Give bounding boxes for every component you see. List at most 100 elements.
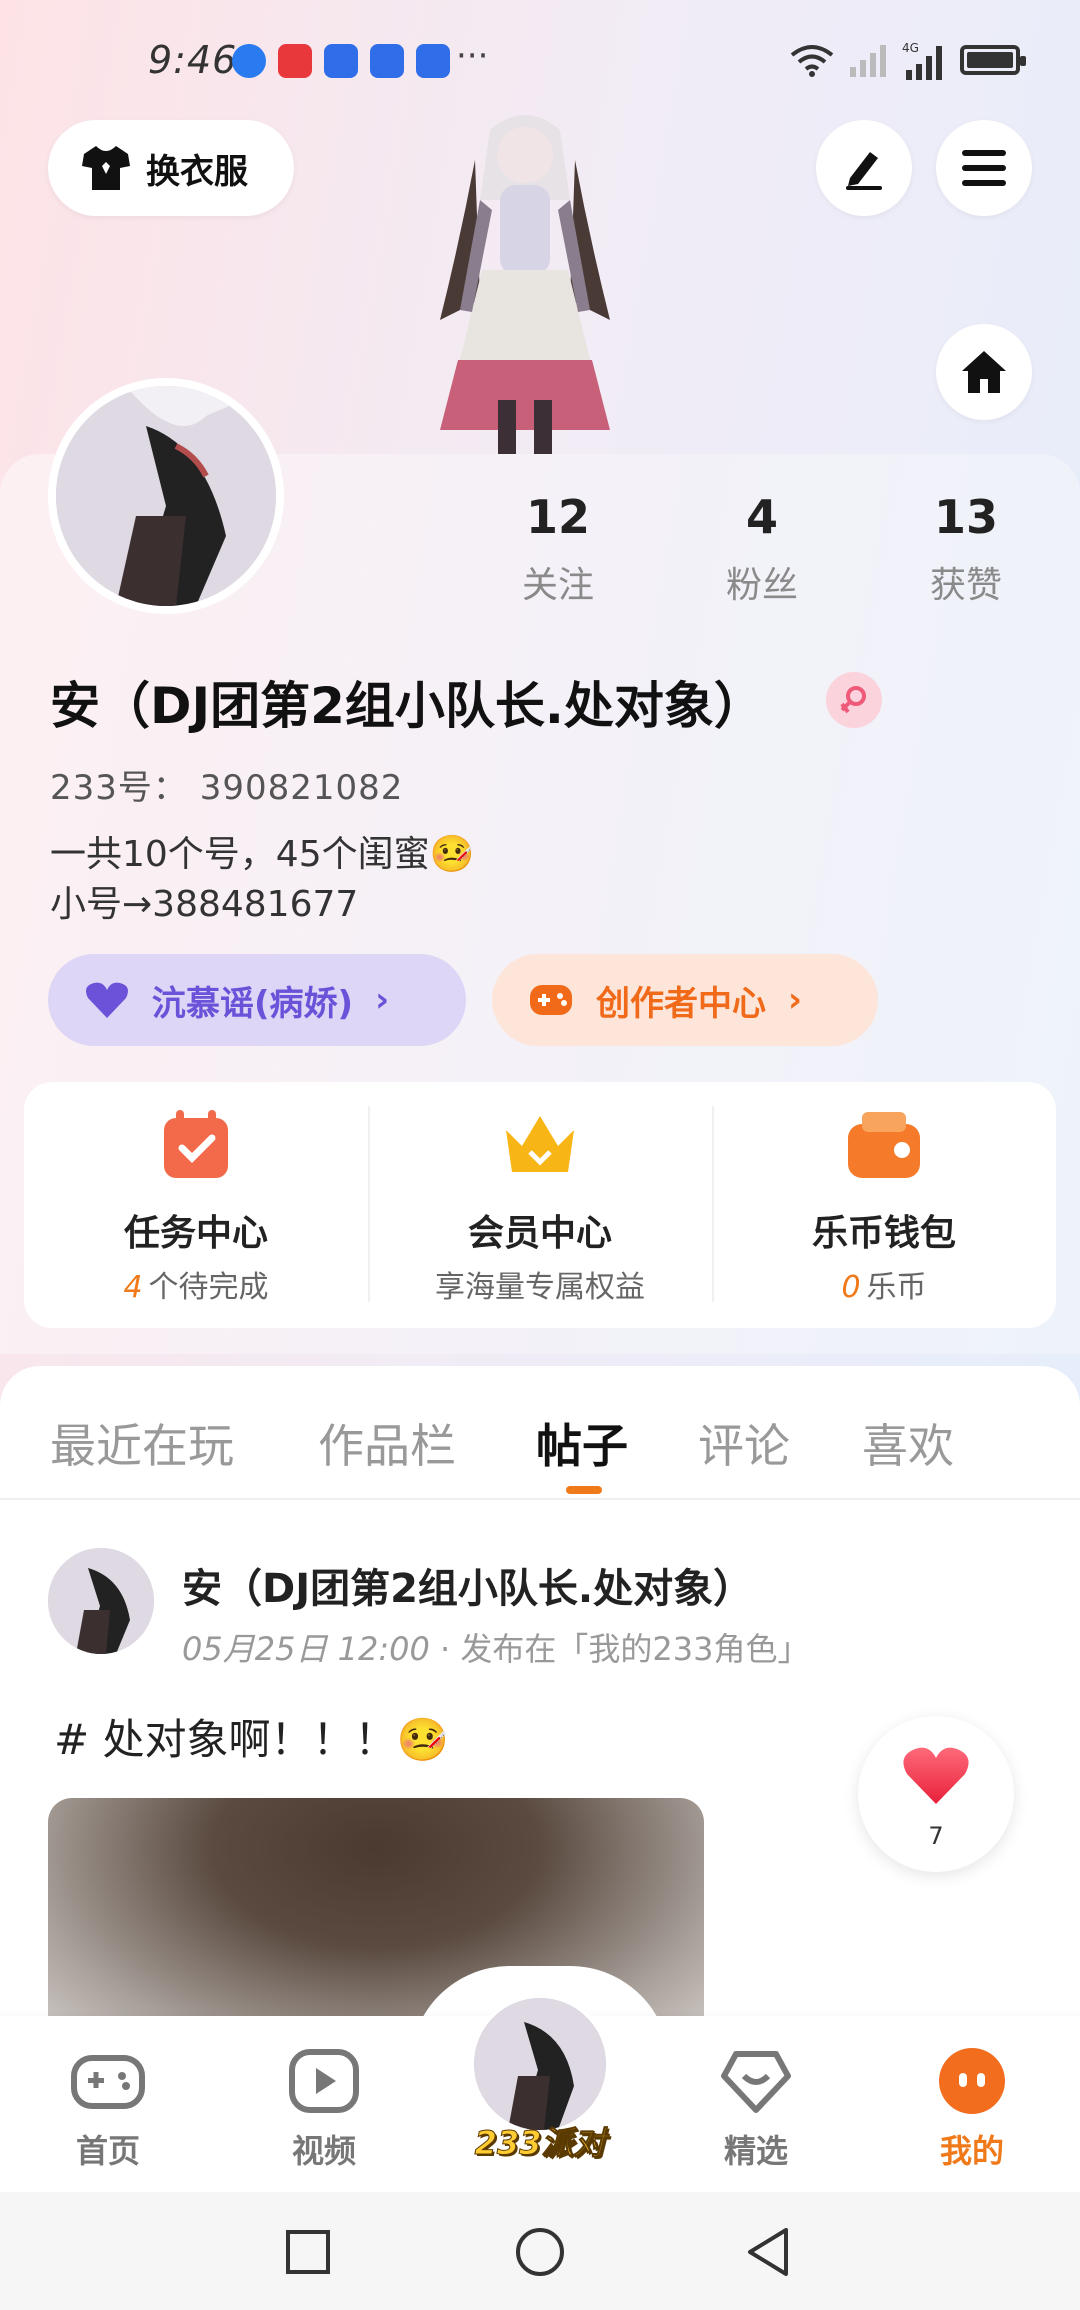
creator-center-label: 创作者中心 (596, 983, 766, 1024)
nav-video[interactable]: 视频 (254, 2046, 394, 2172)
profile-page: 9:46 ··· 4G 换衣服 12 关注 4 粉丝 13 获赞 安（DJ团第2… (0, 0, 1080, 2310)
wallet-icon (848, 1112, 920, 1178)
change-outfit-button[interactable]: 换衣服 (48, 120, 294, 216)
profile-avatar[interactable] (48, 378, 284, 614)
back-triangle-icon[interactable] (744, 2226, 792, 2278)
profile-tabs: 最近在玩 作品栏 帖子 评论 喜欢 (0, 1366, 1080, 1500)
stat-following[interactable]: 12 关注 (478, 490, 638, 608)
home-button[interactable] (936, 324, 1032, 420)
coin-balance: 0 (841, 1270, 861, 1305)
task-center-subtitle: 4 个待完成 (24, 1262, 368, 1306)
calendar-check-icon (164, 1110, 228, 1178)
nav-party-avatar[interactable] (470, 1994, 610, 2134)
gamepad-icon (71, 2055, 145, 2109)
huawei-store-icon (278, 44, 312, 78)
baidu-icon (370, 44, 404, 78)
tab-likes[interactable]: 喜欢 (862, 1410, 954, 1476)
stat-likes-label: 获赞 (929, 565, 1002, 606)
heart-icon (86, 982, 128, 1018)
wifi-icon (790, 45, 834, 77)
like-count: 7 (928, 1822, 944, 1850)
signal-4g-icon: 4G (902, 41, 942, 80)
task-subtitle-text: 个待完成 (148, 1270, 269, 1305)
menu-button[interactable] (936, 120, 1032, 216)
nav-home-label: 首页 (75, 2132, 140, 2170)
system-status-icons: 4G (790, 40, 1026, 80)
heart-diamond-icon (721, 2051, 791, 2113)
profile-uid[interactable]: 233号： 390821082 (50, 760, 403, 809)
coin-wallet[interactable]: 乐币钱包 0 乐币 (712, 1082, 1056, 1328)
stat-likes[interactable]: 13 获赞 (886, 490, 1046, 608)
home-icon (962, 351, 1006, 393)
network-label: 4G (902, 41, 919, 55)
coin-wallet-subtitle: 0 乐币 (712, 1262, 1056, 1306)
bio-line-2: 小号→388481677 (50, 884, 359, 925)
cp-relationship-label: 沆慕谣(病娇) (152, 983, 354, 1024)
stat-followers-value: 4 (745, 490, 778, 544)
gamepad-icon (530, 985, 572, 1015)
creator-center-button[interactable]: 创作者中心 › (492, 954, 878, 1046)
system-navigation-bar (0, 2192, 1080, 2310)
baidu-icon (416, 44, 450, 78)
avatar-character-figure[interactable] (420, 100, 630, 460)
post-date: 05月25日 12:00 (182, 1630, 430, 1668)
female-icon (840, 686, 866, 714)
tab-comments[interactable]: 评论 (698, 1410, 790, 1476)
nav-video-label: 视频 (291, 2132, 356, 2170)
vip-center-title: 会员中心 (467, 1213, 612, 1254)
active-tab-indicator (566, 1486, 602, 1494)
battery-icon (960, 45, 1026, 75)
vip-center[interactable]: 会员中心 享海量专属权益 (368, 1082, 712, 1328)
female-gender-badge (826, 672, 882, 728)
nav-me[interactable]: 我的 (902, 2046, 1042, 2172)
heart-icon (903, 1747, 969, 1804)
post-author-avatar[interactable] (48, 1548, 154, 1654)
crown-icon (506, 1116, 574, 1172)
notification-icons (232, 44, 450, 78)
nav-featured-label: 精选 (723, 2132, 788, 2170)
stat-following-label: 关注 (521, 565, 594, 606)
change-outfit-label: 换衣服 (146, 151, 248, 192)
nav-home[interactable]: 首页 (38, 2046, 178, 2172)
avatar-image (48, 1548, 154, 1654)
floating-like-button[interactable]: 7 (858, 1716, 1014, 1872)
more-notifications: ··· (456, 36, 489, 76)
pencil-icon (846, 152, 882, 190)
hamburger-icon (962, 150, 1006, 186)
post-source[interactable]: · 发布在「我的233角色」 (440, 1630, 809, 1668)
task-center-title: 任务中心 (123, 1213, 268, 1254)
coin-wallet-title: 乐币钱包 (811, 1213, 956, 1254)
battery-level (967, 52, 1013, 68)
task-count: 4 (123, 1270, 143, 1305)
vip-center-subtitle: 享海量专属权益 (435, 1270, 645, 1305)
browser-icon (232, 44, 266, 78)
nav-featured[interactable]: 精选 (686, 2046, 826, 2172)
post-text[interactable]: # 处对象啊！！！🤒 (54, 1706, 449, 1767)
nav-party-label[interactable]: 233派对 (470, 2118, 610, 2164)
stat-followers[interactable]: 4 粉丝 (682, 490, 842, 608)
tab-posts[interactable]: 帖子 (536, 1410, 628, 1476)
avatar-icon (474, 1998, 606, 2130)
task-center[interactable]: 任务中心 4 个待完成 (24, 1082, 368, 1328)
recent-apps-icon[interactable] (284, 2228, 332, 2276)
signal-icon (850, 45, 886, 77)
baidu-icon (324, 44, 358, 78)
status-time: 9:46 (148, 38, 238, 82)
stat-following-value: 12 (525, 490, 590, 544)
bio-line-1: 一共10个号，45个闺蜜🤒 (50, 834, 475, 875)
stat-followers-label: 粉丝 (725, 565, 798, 606)
stat-likes-value: 13 (933, 490, 998, 544)
home-circle-icon[interactable] (514, 2226, 566, 2278)
tab-works[interactable]: 作品栏 (318, 1410, 456, 1476)
nav-me-label: 我的 (939, 2132, 1004, 2170)
tab-recent-games[interactable]: 最近在玩 (50, 1410, 234, 1476)
profile-face-icon (939, 2048, 1005, 2114)
post-meta: 05月25日 12:00 · 发布在「我的233角色」 (182, 1624, 809, 1670)
coin-unit: 乐币 (866, 1270, 927, 1305)
post-author-name[interactable]: 安（DJ团第2组小队长.处对象） (182, 1556, 753, 1614)
profile-bio: 一共10个号，45个闺蜜🤒 小号→388481677 (50, 830, 474, 930)
cp-relationship-button[interactable]: 沆慕谣(病娇) › (48, 954, 466, 1046)
play-icon (289, 2049, 359, 2113)
edit-profile-button[interactable] (816, 120, 912, 216)
tshirt-icon (82, 146, 130, 190)
